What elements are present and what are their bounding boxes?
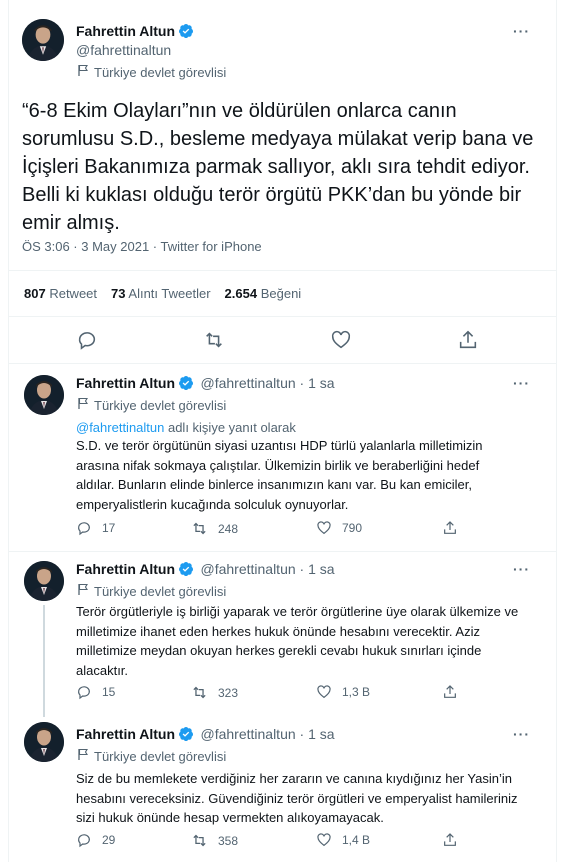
share-action[interactable] xyxy=(442,832,458,848)
tweet-text: Siz de bu memlekete verdiğiniz her zarar… xyxy=(76,771,518,825)
like-icon xyxy=(317,685,331,699)
government-label: Türkiye devlet görevlisi xyxy=(77,748,226,764)
likes-stat[interactable]: 2.654 Beğeni xyxy=(225,286,302,301)
flag-icon xyxy=(77,583,89,599)
share-action[interactable] xyxy=(442,520,458,536)
like-action[interactable]: 1,3 B xyxy=(316,684,370,700)
share-icon xyxy=(444,685,456,698)
retweet-icon xyxy=(193,834,206,847)
retweet-icon xyxy=(193,522,206,535)
government-label: Türkiye devlet görevlisi xyxy=(77,64,226,80)
verified-badge-icon xyxy=(178,726,194,747)
avatar[interactable] xyxy=(24,561,64,601)
author-name[interactable]: Fahrettin Altun xyxy=(76,375,175,391)
action-bar: 17 248 790 xyxy=(76,520,476,540)
retweet-count: 323 xyxy=(218,685,239,700)
more-options-icon[interactable]: ··· xyxy=(513,561,530,577)
tweet-meta[interactable]: ÖS 3:06 · 3 May 2021 · Twitter for iPhon… xyxy=(22,239,262,254)
divider xyxy=(8,363,557,364)
label-text: Türkiye devlet görevlisi xyxy=(94,397,227,413)
tweet-stats: 807 Retweet 73 Alıntı Tweetler 2.654 Beğ… xyxy=(24,286,301,301)
retweet-count: 248 xyxy=(218,521,239,536)
more-options-icon[interactable]: ··· xyxy=(513,726,530,742)
reply-icon xyxy=(78,522,90,536)
flag-icon xyxy=(77,397,89,413)
government-label: Türkiye devlet görevlisi xyxy=(77,397,226,413)
reply-action[interactable]: 29 xyxy=(76,832,115,848)
reply-count: 29 xyxy=(102,833,116,847)
action-bar: 29 358 1,4 B xyxy=(76,832,476,852)
retweet-count: 358 xyxy=(218,833,239,848)
author-name[interactable]: Fahrettin Altun xyxy=(76,23,175,39)
reply-context: @fahrettinaltun adlı kişiye yanıt olarak xyxy=(76,420,296,435)
quotes-label: Alıntı Tweetler xyxy=(128,286,211,301)
retweets-stat[interactable]: 807 Retweet xyxy=(24,286,97,301)
flag-icon xyxy=(77,748,89,764)
divider xyxy=(8,551,557,552)
like-action[interactable]: 1,4 B xyxy=(316,832,370,848)
more-options-icon[interactable]: ··· xyxy=(513,375,530,391)
author-name[interactable]: Fahrettin Altun xyxy=(76,726,175,742)
verified-badge-icon xyxy=(178,375,194,396)
thread-line xyxy=(43,605,45,717)
tweet-time[interactable]: · 1 sa xyxy=(296,375,335,391)
like-count: 1,3 B xyxy=(342,685,371,699)
tweet-time[interactable]: · 1 sa xyxy=(296,726,335,742)
author-name[interactable]: Fahrettin Altun xyxy=(76,561,175,577)
share-icon xyxy=(444,521,456,534)
reply-action[interactable]: 17 xyxy=(76,520,115,536)
main-action-bar xyxy=(0,329,563,351)
divider xyxy=(8,270,557,271)
reply-count: 17 xyxy=(102,521,116,535)
author-handle[interactable]: @fahrettinaltun xyxy=(200,561,295,577)
quotes-count: 73 xyxy=(111,286,126,301)
government-label: Türkiye devlet görevlisi xyxy=(77,583,226,599)
action-bar: 15 323 1,3 B xyxy=(76,684,476,704)
label-text: Türkiye devlet görevlisi xyxy=(94,748,227,764)
like-icon xyxy=(317,521,331,535)
more-options-icon[interactable]: ··· xyxy=(513,23,530,39)
like-action[interactable]: 790 xyxy=(316,520,362,536)
share-icon[interactable] xyxy=(457,329,479,356)
tweet-text: Terör örgütleriyle iş birliği yaparak ve… xyxy=(76,604,519,678)
retweet-icon[interactable] xyxy=(203,329,225,356)
avatar[interactable] xyxy=(24,722,64,762)
retweet-action[interactable]: 323 xyxy=(191,684,238,701)
reply-to-suffix: adlı kişiye yanıt olarak xyxy=(164,420,296,435)
reply-to-link[interactable]: @fahrettinaltun xyxy=(76,420,164,435)
likes-count: 2.654 xyxy=(224,286,258,301)
avatar[interactable] xyxy=(24,375,64,415)
retweet-icon xyxy=(193,686,206,699)
tweet-time[interactable]: · 1 sa xyxy=(296,561,335,577)
label-text: Türkiye devlet görevlisi xyxy=(94,583,227,599)
share-icon xyxy=(444,833,456,846)
like-icon xyxy=(317,833,331,847)
author-handle[interactable]: @fahrettinaltun xyxy=(76,42,171,58)
verified-badge-icon xyxy=(178,561,194,582)
divider xyxy=(8,316,557,317)
avatar[interactable] xyxy=(22,19,64,61)
flag-icon xyxy=(77,64,89,80)
retweet-action[interactable]: 358 xyxy=(191,832,238,849)
author-handle[interactable]: @fahrettinaltun xyxy=(200,375,295,391)
author-handle[interactable]: @fahrettinaltun xyxy=(200,726,295,742)
like-icon[interactable] xyxy=(330,329,352,356)
like-count: 790 xyxy=(342,521,363,535)
share-action[interactable] xyxy=(442,684,458,700)
reply-icon xyxy=(78,686,90,700)
quotes-stat[interactable]: 73 Alıntı Tweetler xyxy=(111,286,211,301)
likes-label: Beğeni xyxy=(260,286,302,301)
reply-count: 15 xyxy=(102,685,116,699)
retweets-count: 807 xyxy=(24,286,46,301)
retweets-label: Retweet xyxy=(49,286,98,301)
reply-icon xyxy=(78,834,90,848)
reply-action[interactable]: 15 xyxy=(76,684,115,700)
tweet-text: S.D. ve terör örgütünün siyasi uzantısı … xyxy=(76,438,483,512)
tweet-text: “6-8 Ekim Olayları”nın ve öldürülen onla… xyxy=(22,100,534,234)
retweet-action[interactable]: 248 xyxy=(191,520,238,537)
verified-badge-icon xyxy=(178,23,194,44)
reply-icon[interactable] xyxy=(76,329,98,356)
like-count: 1,4 B xyxy=(342,833,371,847)
label-text: Türkiye devlet görevlisi xyxy=(94,64,227,80)
